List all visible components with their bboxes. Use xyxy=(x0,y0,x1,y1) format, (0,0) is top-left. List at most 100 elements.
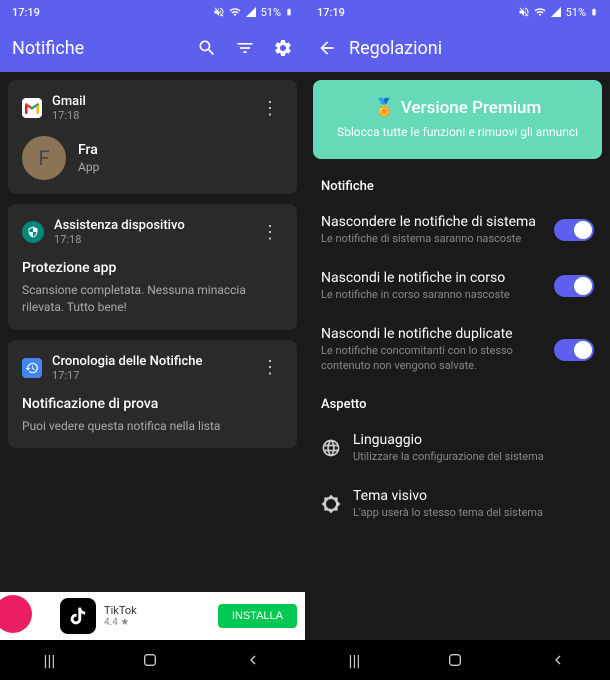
more-icon[interactable]: ⋮ xyxy=(257,357,283,378)
status-time: 17:19 xyxy=(317,6,345,19)
section-label-aspetto: Aspetto xyxy=(305,385,610,420)
medal-icon: 🏅 xyxy=(374,98,395,118)
wifi-icon xyxy=(229,6,241,18)
back-arrow-icon[interactable] xyxy=(317,38,337,58)
battery-percent: 51% xyxy=(261,6,281,19)
more-icon[interactable]: ⋮ xyxy=(257,222,283,243)
history-icon xyxy=(22,358,42,378)
notification-card-gmail[interactable]: Gmail 17:18 ⋮ F Fra App xyxy=(8,80,297,194)
mute-icon xyxy=(213,6,225,18)
page-title: Notifiche xyxy=(12,38,185,59)
more-icon[interactable]: ⋮ xyxy=(257,98,283,119)
search-icon[interactable] xyxy=(197,38,217,58)
recents-button[interactable]: ||| xyxy=(349,651,361,670)
brightness-icon xyxy=(321,494,341,514)
premium-desc: Sblocca tutte le funzioni e rimuovi gli … xyxy=(327,124,588,141)
notification-heading: Protezione app xyxy=(22,260,283,276)
sender-name: Fra xyxy=(78,142,283,158)
status-bar: 17:19 51% xyxy=(0,0,305,24)
setting-theme[interactable]: Tema visivo L'app userà lo stesso tema d… xyxy=(305,476,610,532)
back-button[interactable] xyxy=(550,652,566,668)
notification-text: Fra App xyxy=(78,142,283,174)
app-time: 17:17 xyxy=(52,369,247,382)
setting-text: Nascondi le notifiche duplicate Le notif… xyxy=(321,326,542,373)
gmail-icon xyxy=(22,98,42,118)
right-screen: 17:19 51% Regolazioni 🏅 Versione Premium… xyxy=(305,0,610,680)
tiktok-icon xyxy=(60,598,96,634)
status-time: 17:19 xyxy=(12,6,40,19)
setting-text: Nascondere le notifiche di sistema Le no… xyxy=(321,214,542,246)
home-button[interactable] xyxy=(447,652,463,668)
status-icons: 51% xyxy=(213,6,293,19)
card-header: Cronologia delle Notifiche 17:17 ⋮ xyxy=(22,354,283,382)
battery-icon xyxy=(590,6,598,18)
notification-body: F Fra App xyxy=(22,136,283,180)
setting-language[interactable]: Linguaggio Utilizzare la configurazione … xyxy=(305,420,610,476)
install-button[interactable]: INSTALLA xyxy=(218,604,297,628)
setting-desc: Le notifiche in corso saranno nascoste xyxy=(321,288,542,302)
nav-bar: ||| xyxy=(305,640,610,680)
toggle-switch[interactable] xyxy=(554,219,594,241)
app-info: Cronologia delle Notifiche 17:17 xyxy=(52,354,247,382)
setting-hide-ongoing[interactable]: Nascondi le notifiche in corso Le notifi… xyxy=(305,258,610,314)
nav-bar: ||| xyxy=(0,640,305,680)
notification-card-chrono[interactable]: Cronologia delle Notifiche 17:17 ⋮ Notif… xyxy=(8,340,297,449)
notification-desc: Puoi vedere questa notifica nella lista xyxy=(22,418,283,435)
setting-text: Linguaggio Utilizzare la configurazione … xyxy=(353,432,594,464)
shield-icon xyxy=(22,221,44,243)
setting-text: Nascondi le notifiche in corso Le notifi… xyxy=(321,270,542,302)
ad-banner[interactable]: TikTok 4.4 ★ INSTALLA xyxy=(0,592,305,640)
globe-icon xyxy=(321,438,341,458)
gear-icon[interactable] xyxy=(273,38,293,58)
notification-card-assist[interactable]: Assistenza dispositivo 17:18 ⋮ Protezion… xyxy=(8,204,297,330)
ad-rating: 4.4 ★ xyxy=(104,617,210,628)
recents-button[interactable]: ||| xyxy=(44,651,56,670)
app-name: Cronologia delle Notifiche xyxy=(52,354,247,369)
home-button[interactable] xyxy=(142,652,158,668)
card-header: Assistenza dispositivo 17:18 ⋮ xyxy=(22,218,283,246)
toggle-switch[interactable] xyxy=(554,275,594,297)
setting-desc: Le notifiche concomitanti con lo stesso … xyxy=(321,344,542,373)
app-time: 17:18 xyxy=(54,233,247,246)
page-title: Regolazioni xyxy=(349,38,598,59)
setting-title: Nascondi le notifiche in corso xyxy=(321,270,542,286)
filter-icon[interactable] xyxy=(235,38,255,58)
signal-icon xyxy=(245,6,257,18)
back-button[interactable] xyxy=(245,652,261,668)
app-info: Assistenza dispositivo 17:18 xyxy=(54,218,247,246)
setting-title: Nascondere le notifiche di sistema xyxy=(321,214,542,230)
setting-desc: Le notifiche di sistema saranno nascoste xyxy=(321,232,542,246)
header-right: Regolazioni xyxy=(305,24,610,72)
app-name: Assistenza dispositivo xyxy=(54,218,247,233)
battery-percent: 51% xyxy=(566,6,586,19)
status-icons: 51% xyxy=(518,6,598,19)
battery-icon xyxy=(285,6,293,18)
setting-title: Tema visivo xyxy=(353,488,594,504)
ad-image xyxy=(8,597,52,635)
left-screen: 17:19 51% Notifiche Gmail 17:18 ⋮ xyxy=(0,0,305,680)
header-left: Notifiche xyxy=(0,24,305,72)
notification-list[interactable]: Gmail 17:18 ⋮ F Fra App Assistenza dispo… xyxy=(0,72,305,592)
toggle-switch[interactable] xyxy=(554,339,594,361)
header-actions xyxy=(197,38,293,58)
status-bar: 17:19 51% xyxy=(305,0,610,24)
settings-content[interactable]: 🏅 Versione Premium Sblocca tutte le funz… xyxy=(305,72,610,640)
wifi-icon xyxy=(534,6,546,18)
section-label-notifiche: Notifiche xyxy=(305,167,610,202)
setting-hide-system[interactable]: Nascondere le notifiche di sistema Le no… xyxy=(305,202,610,258)
setting-desc: Utilizzare la configurazione del sistema xyxy=(353,450,594,464)
premium-card[interactable]: 🏅 Versione Premium Sblocca tutte le funz… xyxy=(313,80,602,159)
notification-heading: Notificazione di prova xyxy=(22,396,283,412)
card-header: Gmail 17:18 ⋮ xyxy=(22,94,283,122)
ad-app-name: TikTok xyxy=(104,604,210,617)
setting-desc: L'app userà lo stesso tema del sistema xyxy=(353,506,594,520)
setting-hide-duplicate[interactable]: Nascondi le notifiche duplicate Le notif… xyxy=(305,314,610,385)
setting-title: Linguaggio xyxy=(353,432,594,448)
mute-icon xyxy=(518,6,530,18)
app-info: Gmail 17:18 xyxy=(52,94,247,122)
signal-icon xyxy=(550,6,562,18)
app-time: 17:18 xyxy=(52,109,247,122)
ad-text: TikTok 4.4 ★ xyxy=(104,604,210,628)
avatar: F xyxy=(22,136,66,180)
premium-title: 🏅 Versione Premium xyxy=(327,98,588,118)
